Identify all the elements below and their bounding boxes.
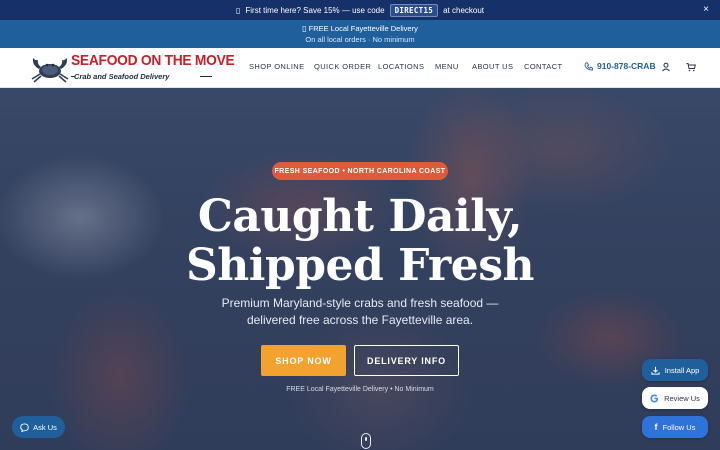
- download-icon: [651, 366, 660, 375]
- hero-title-line2: Shipped Fresh: [186, 240, 535, 291]
- chat-bubble-icon: [20, 422, 29, 432]
- follow-us-button[interactable]: f Follow Us: [642, 416, 708, 438]
- tagline-rule: [200, 76, 212, 77]
- hero-section: FRESH SEAFOOD • NORTH CAROLINA COAST Cau…: [0, 88, 720, 450]
- phone-number: 910-878-CRAB: [597, 61, 656, 71]
- review-us-label: Review Us: [664, 393, 700, 403]
- site-header: SEAFOOD ON THE MOVE Crab and Seafood Del…: [0, 48, 720, 88]
- brand-tagline: Crab and Seafood Delivery: [74, 72, 170, 81]
- facebook-icon: f: [654, 422, 658, 432]
- logo[interactable]: SEAFOOD ON THE MOVE Crab and Seafood Del…: [28, 51, 235, 85]
- hero-title: Caught Daily, Shipped Fresh: [0, 192, 720, 290]
- nav-menu[interactable]: MENU: [435, 62, 459, 71]
- follow-us-label: Follow Us: [662, 422, 696, 432]
- close-icon[interactable]: ×: [700, 4, 712, 16]
- cart-icon[interactable]: [686, 62, 696, 72]
- hero-title-line1: Caught Daily,: [197, 191, 523, 242]
- phone-icon: [584, 61, 593, 70]
- crab-icon: [31, 58, 69, 83]
- review-us-button[interactable]: Review Us: [642, 387, 708, 409]
- nav-locations[interactable]: LOCATIONS: [378, 62, 424, 71]
- truck-icon: ▯: [302, 24, 307, 33]
- nav-quick-order[interactable]: QUICK ORDER: [314, 62, 371, 71]
- delivery-title: FREE Local Fayetteville Delivery: [308, 24, 418, 33]
- google-icon: [650, 394, 659, 402]
- shop-now-button[interactable]: SHOP NOW: [261, 345, 346, 376]
- nav-about-us[interactable]: ABOUT US: [472, 62, 513, 71]
- delivery-info-button[interactable]: DELIVERY INFO: [354, 345, 459, 376]
- promo-bar: ▯ First time here? Save 15% — use code D…: [0, 0, 720, 20]
- hero-subtitle: Premium Maryland-style crabs and fresh s…: [221, 296, 499, 327]
- install-app-label: Install App: [664, 365, 700, 375]
- promo-text-before: First time here? Save 15% — use code: [245, 5, 385, 15]
- ask-us-label: Ask Us: [33, 422, 57, 432]
- phone-link[interactable]: 910-878-CRAB: [584, 61, 656, 71]
- nav-shop-online[interactable]: SHOP ONLINE: [249, 62, 305, 71]
- nav-contact[interactable]: CONTACT: [524, 62, 563, 71]
- hero-badge: FRESH SEAFOOD • NORTH CAROLINA COAST: [272, 162, 448, 180]
- hero-note: FREE Local Fayetteville Delivery • No Mi…: [286, 386, 434, 393]
- promo-code[interactable]: DIRECT15: [389, 3, 439, 17]
- account-icon[interactable]: [661, 62, 671, 72]
- gift-icon: ▯: [235, 5, 241, 15]
- install-app-button[interactable]: Install App: [642, 359, 708, 381]
- ask-us-button[interactable]: Ask Us: [12, 416, 65, 438]
- delivery-banner: ▯ FREE Local Fayetteville Delivery On al…: [0, 20, 720, 48]
- delivery-subtitle: On all local orders · No minimum: [305, 35, 415, 44]
- promo-text-after: at checkout: [443, 5, 485, 15]
- scroll-mouse-icon[interactable]: [361, 433, 371, 449]
- brand-name: SEAFOOD ON THE MOVE: [71, 52, 235, 69]
